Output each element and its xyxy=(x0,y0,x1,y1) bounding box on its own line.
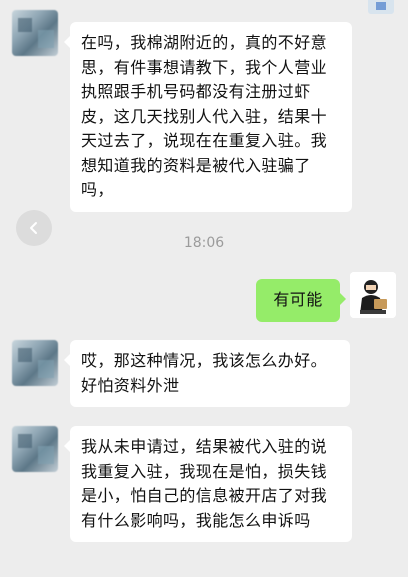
notification-badge xyxy=(368,0,394,14)
chevron-left-icon xyxy=(30,222,37,234)
self-avatar[interactable] xyxy=(350,272,396,318)
message-bubble: 我从未申请过，结果被代入驻的说我重复入驻，我现在是怕，损失钱是小，怕自己的信息被… xyxy=(64,426,352,542)
contact-avatar[interactable] xyxy=(12,340,58,386)
message-timestamp: 18:06 xyxy=(183,235,225,251)
person-reading-icon xyxy=(350,272,396,318)
message-bubble: 哎，那这种情况，我该怎么办好。好怕资料外泄 xyxy=(64,340,350,407)
contact-avatar[interactable] xyxy=(12,426,58,472)
contact-avatar[interactable] xyxy=(12,10,58,56)
message-bubble-self: 有可能 xyxy=(256,279,346,322)
message-bubble: 在吗，我棉湖附近的，真的不好意思，有件事想请教下，我个人营业执照跟手机号码都没有… xyxy=(64,22,352,212)
